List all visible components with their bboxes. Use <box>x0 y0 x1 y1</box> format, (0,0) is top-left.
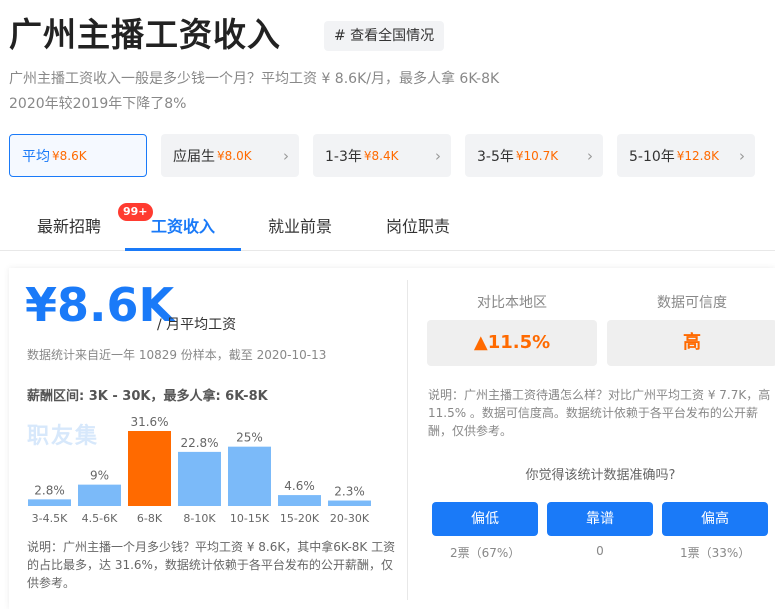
chart-category-label: 4.5-6K <box>82 512 118 525</box>
experience-tab-average[interactable]: 平均 ¥8.6K <box>9 134 147 177</box>
tab-salary[interactable]: 工资收入 <box>125 205 241 251</box>
accuracy-question: 你觉得该统计数据准确吗? <box>525 468 676 483</box>
tab-duties[interactable]: 岗位职责 <box>368 205 468 251</box>
chart-bar <box>78 484 121 506</box>
average-salary-unit: / 月平均工资 <box>157 317 237 333</box>
experience-tab-label: 应届生 <box>173 148 215 165</box>
vote-accurate-button[interactable]: 靠谱 <box>547 502 653 536</box>
arrow-up-icon: ▲ <box>473 332 488 353</box>
chart-bar <box>328 500 371 506</box>
section-nav: 最新招聘 99+ 工资收入 就业前景 岗位职责 <box>0 203 775 251</box>
chart-value-label: 2.8% <box>34 483 65 497</box>
chart-value-label: 9% <box>90 469 109 483</box>
experience-tab-5-10[interactable]: 5-10年 ¥12.8K › <box>617 134 755 177</box>
trust-value: 高 <box>607 320 775 366</box>
tab-prospects[interactable]: 就业前景 <box>250 205 350 251</box>
region-compare-box: ▲11.5% <box>427 320 597 366</box>
chart-bar <box>178 451 221 506</box>
trust-label: 数据可信度 <box>657 295 727 311</box>
chart-category-label: 15-20K <box>280 512 320 525</box>
experience-tabs: 平均 ¥8.6K 应届生 ¥8.0K › 1-3年 ¥8.4K › 3-5年 ¥… <box>9 134 755 177</box>
page-title: 广州主播工资收入 <box>9 15 281 54</box>
description-line-1: 广州主播工资收入一般是多少钱一个月？平均工资 ¥ 8.6K/月，最多人拿 6K-… <box>9 71 500 87</box>
chart-bar <box>28 499 71 506</box>
panel-divider <box>407 280 408 600</box>
vote-low-button[interactable]: 偏低 <box>432 502 538 536</box>
experience-tab-label: 5-10年 <box>629 148 675 165</box>
experience-tab-value: ¥8.6K <box>52 148 87 163</box>
description-line-2: 2020年较2019年下降了8% <box>9 96 187 112</box>
tab-label: 最新招聘 <box>36 217 101 236</box>
experience-tab-label: 平均 <box>22 148 50 165</box>
tab-label: 岗位职责 <box>385 217 450 236</box>
sample-note: 数据统计来自近一年 10829 份样本，截至 2020-10-13 <box>27 348 327 362</box>
chart-category-label: 6-8K <box>137 512 163 525</box>
salary-range: 薪酬区间: 3K - 30K，最多人拿: 6K-8K <box>27 389 268 404</box>
chart-value-label: 2.3% <box>334 485 365 499</box>
chevron-right-icon: › <box>283 147 289 165</box>
chart-category-label: 10-15K <box>230 512 270 525</box>
chart-bar <box>228 446 271 506</box>
salary-panel: ¥8.6K / 月平均工资 数据统计来自近一年 10829 份样本，截至 202… <box>9 268 775 609</box>
experience-tab-1-3[interactable]: 1-3年 ¥8.4K › <box>313 134 451 177</box>
page-description: 广州主播工资收入一般是多少钱一个月？平均工资 ¥ 8.6K/月，最多人拿 6K-… <box>9 67 609 117</box>
experience-tab-value: ¥12.8K <box>676 148 720 163</box>
tab-label: 工资收入 <box>150 217 215 236</box>
experience-tab-value: ¥8.4K <box>363 148 399 163</box>
chart-value-label: 25% <box>236 431 263 445</box>
chart-note: 说明：广州主播一个月多少钱？平均工资 ¥ 8.6K，其中拿6K-8K 工资的占比… <box>27 540 396 590</box>
vote-high-button[interactable]: 偏高 <box>662 502 768 536</box>
chart-category-label: 20-30K <box>330 512 370 525</box>
chart-category-label: 8-10K <box>183 512 216 525</box>
chevron-right-icon: › <box>739 147 745 165</box>
experience-tab-graduate[interactable]: 应届生 ¥8.0K › <box>161 134 299 177</box>
chart-category-label: 3-4.5K <box>32 512 68 525</box>
experience-tab-value: ¥8.0K <box>217 148 252 163</box>
salary-distribution-chart: 2.8% 3-4.5K 9% 4.5-6K 31.6% 6-8K 22.8% 8-10K 25%… <box>28 415 371 525</box>
experience-tab-label: 1-3年 <box>325 148 362 165</box>
region-compare-value: 11.5% <box>487 332 551 353</box>
tab-label: 就业前景 <box>267 217 332 236</box>
region-compare-label: 对比本地区 <box>477 295 547 311</box>
average-salary-value: ¥8.6K <box>25 278 175 332</box>
vote-high-count: 1票（33%） <box>680 546 751 560</box>
chart-value-label: 4.6% <box>284 479 315 493</box>
national-overview-tag[interactable]: # 查看全国情况 <box>324 21 445 51</box>
experience-tab-label: 3-5年 <box>477 148 514 165</box>
tab-latest-jobs[interactable]: 最新招聘 99+ <box>20 203 153 251</box>
chart-value-label: 31.6% <box>130 415 168 429</box>
chart-bar <box>278 495 321 506</box>
compare-note: 说明：广州主播工资待遇怎么样？对比广州平均工资 ¥ 7.7K，高 11.5% 。… <box>428 388 771 438</box>
vote-low-count: 2票（67%） <box>450 546 521 560</box>
experience-tab-3-5[interactable]: 3-5年 ¥10.7K › <box>465 134 603 177</box>
vote-accurate-count: 0 <box>596 544 604 558</box>
chevron-right-icon: › <box>435 147 441 165</box>
chevron-right-icon: › <box>587 147 593 165</box>
chart-bar <box>128 431 171 506</box>
experience-tab-value: ¥10.7K <box>515 148 559 163</box>
chart-value-label: 22.8% <box>180 436 218 450</box>
